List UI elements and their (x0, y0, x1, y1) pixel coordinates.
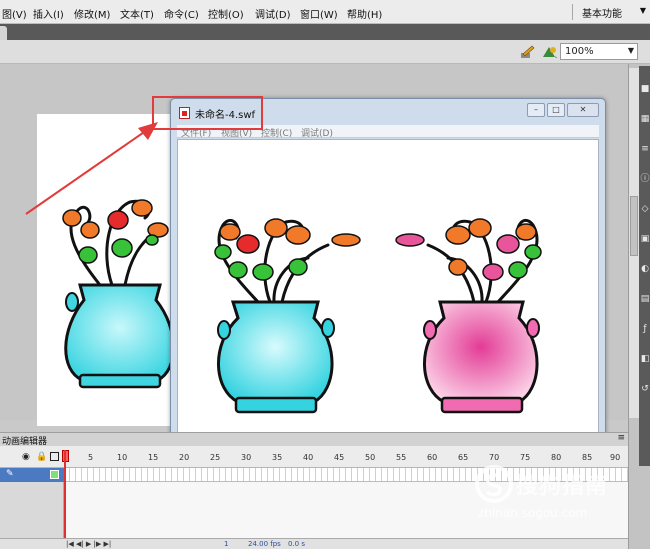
menu-view[interactable]: 图(V) (2, 6, 27, 21)
menu-commands[interactable]: 命令(C) (164, 6, 199, 21)
frame-number: 60 (427, 453, 438, 462)
panel-menu-icon[interactable]: ≡ (617, 433, 625, 443)
document-tab-strip (0, 24, 650, 40)
library-icon[interactable]: ▤ (640, 294, 650, 304)
frame-number: 25 (210, 453, 221, 462)
transform-icon[interactable]: ◇ (640, 204, 650, 214)
pencil-icon: ✎ (6, 469, 14, 479)
elapsed-time: 0.0 s (288, 540, 306, 548)
swf-content-area[interactable] (177, 139, 599, 445)
scrollbar-thumb[interactable] (630, 196, 638, 256)
sogou-logo-icon (475, 465, 513, 503)
menu-bar: 图(V) 插入(I) 修改(M) 文本(T) 命令(C) 控制(O) 调试(D)… (0, 0, 650, 24)
frame-number: 10 (117, 453, 128, 462)
frame-number: 80 (551, 453, 562, 462)
menu-modify[interactable]: 修改(M) (74, 6, 110, 21)
menu-text[interactable]: 文本(T) (120, 6, 154, 21)
frame-number: 65 (458, 453, 469, 462)
annotation-arrow (25, 122, 158, 215)
chevron-down-icon: ▼ (627, 46, 634, 55)
layer-row[interactable]: ✎ (0, 468, 64, 482)
info-icon[interactable]: ⓘ (640, 174, 650, 184)
frame-number: 70 (489, 453, 500, 462)
frame-number: 40 (303, 453, 314, 462)
motion-presets-icon[interactable]: ◐ (640, 264, 650, 274)
chevron-down-icon: ▼ (639, 6, 646, 15)
swf-player-window: 未命名-4.swf – □ ✕ 文件(F) 视图(V) 控制(C) 调试(D) (170, 98, 606, 450)
menu-control[interactable]: 控制(O) (208, 6, 244, 21)
menu-insert[interactable]: 插入(I) (33, 6, 64, 21)
swf-animation-canvas (214, 218, 542, 414)
frame-number: 55 (396, 453, 407, 462)
frame-number: 20 (179, 453, 190, 462)
frame-number: 85 (582, 453, 593, 462)
workspace-label: 基本功能 (582, 9, 622, 20)
watermark-url: zhinan.sogou.com (478, 506, 588, 520)
history-icon[interactable]: ↺ (640, 384, 650, 394)
timeline-layers: ✎ (0, 468, 64, 538)
timeline-status-bar: |◀ ◀| ▶ |▶ ▶| 1 24.00 fps 0.0 s (0, 538, 628, 549)
frame-number: 75 (520, 453, 531, 462)
properties-icon[interactable]: ◧ (640, 354, 650, 364)
maximize-button[interactable]: □ (547, 103, 565, 117)
swf-menu-control[interactable]: 控制(C) (261, 126, 292, 139)
pink-flower-vase (395, 218, 542, 414)
menu-window[interactable]: 窗口(W) (300, 6, 338, 21)
timeline-panel-header: 动画编辑器 ≡ (0, 432, 628, 447)
cyan-flower-vase (214, 218, 361, 414)
edit-symbols-icon[interactable] (519, 44, 535, 60)
layer-color-icon[interactable] (50, 470, 59, 479)
current-frame: 1 (224, 540, 229, 548)
menu-separator (572, 4, 573, 20)
swf-menu-debug[interactable]: 调试(D) (301, 126, 333, 139)
zoom-value: 100% (565, 46, 594, 57)
document-tab[interactable] (0, 26, 7, 40)
frame-number: 15 (148, 453, 159, 462)
align-icon[interactable]: ≡ (640, 144, 650, 154)
frame-number: 50 (365, 453, 376, 462)
menu-debug[interactable]: 调试(D) (255, 6, 291, 21)
minimize-button[interactable]: – (527, 103, 545, 117)
zoom-select[interactable]: 100% ▼ (560, 43, 638, 60)
frame-number: 45 (334, 453, 345, 462)
frame-rate[interactable]: 24.00 fps (248, 540, 281, 548)
frame-number: 30 (241, 453, 252, 462)
frame-number: 5 (88, 453, 94, 462)
stage-vertical-scrollbar[interactable] (629, 68, 639, 418)
edit-scene-icon[interactable] (541, 44, 559, 60)
right-panel-dock: ■ ▦ ≡ ⓘ ◇ ▣ ◐ ▤ ƒ ◧ ↺ (628, 64, 650, 549)
frame-number: 90 (610, 453, 621, 462)
actions-icon[interactable]: ƒ (640, 324, 650, 334)
edit-bar: 100% ▼ (0, 40, 650, 64)
timeline-frame-ruler[interactable]: ◉ 🔒 5 10 15 20 25 30 35 40 45 50 55 60 6… (0, 446, 628, 468)
swatches-icon[interactable]: ▦ (640, 114, 650, 124)
outline-icon[interactable] (50, 452, 59, 461)
workspace-switcher[interactable]: 基本功能 ▼ (582, 5, 646, 20)
watermark-text: 搜狗指南 (516, 474, 609, 499)
close-button[interactable]: ✕ (567, 103, 599, 117)
menu-help[interactable]: 帮助(H) (347, 6, 382, 21)
components-icon[interactable]: ▣ (640, 234, 650, 244)
lock-icon[interactable]: 🔒 (36, 452, 47, 462)
playback-controls-icon[interactable]: |◀ ◀| ▶ |▶ ▶| (66, 540, 111, 548)
color-icon[interactable]: ■ (640, 84, 650, 94)
eye-icon[interactable]: ◉ (22, 452, 30, 462)
frame-number: 35 (272, 453, 283, 462)
playhead[interactable] (64, 450, 66, 549)
